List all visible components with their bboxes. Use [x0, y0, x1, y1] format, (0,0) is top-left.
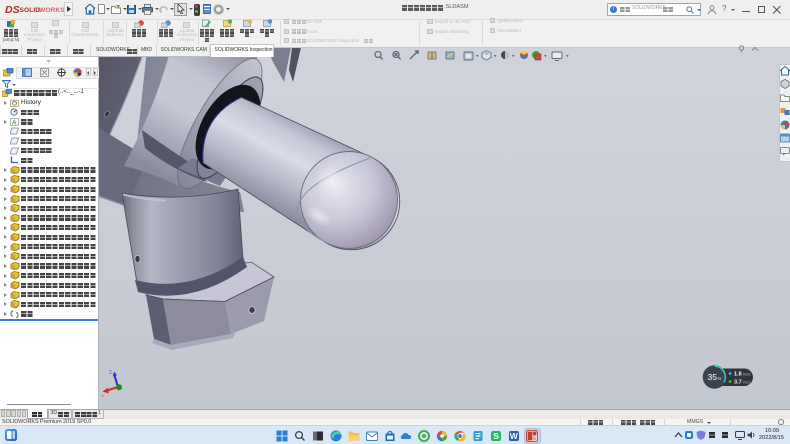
svg-text:S: S [493, 431, 499, 441]
svg-text:3.7: 3.7 [734, 380, 742, 386]
svg-text:35: 35 [708, 372, 718, 382]
svg-text:KB/s: KB/s [743, 380, 751, 384]
svg-text:W: W [510, 431, 519, 441]
svg-text:x: x [101, 394, 104, 397]
svg-text:%: % [718, 376, 722, 381]
svg-text:1.8: 1.8 [734, 372, 742, 378]
svg-text:z: z [109, 370, 112, 376]
svg-text:KB/s: KB/s [743, 372, 751, 376]
svg-text:A: A [12, 119, 17, 126]
